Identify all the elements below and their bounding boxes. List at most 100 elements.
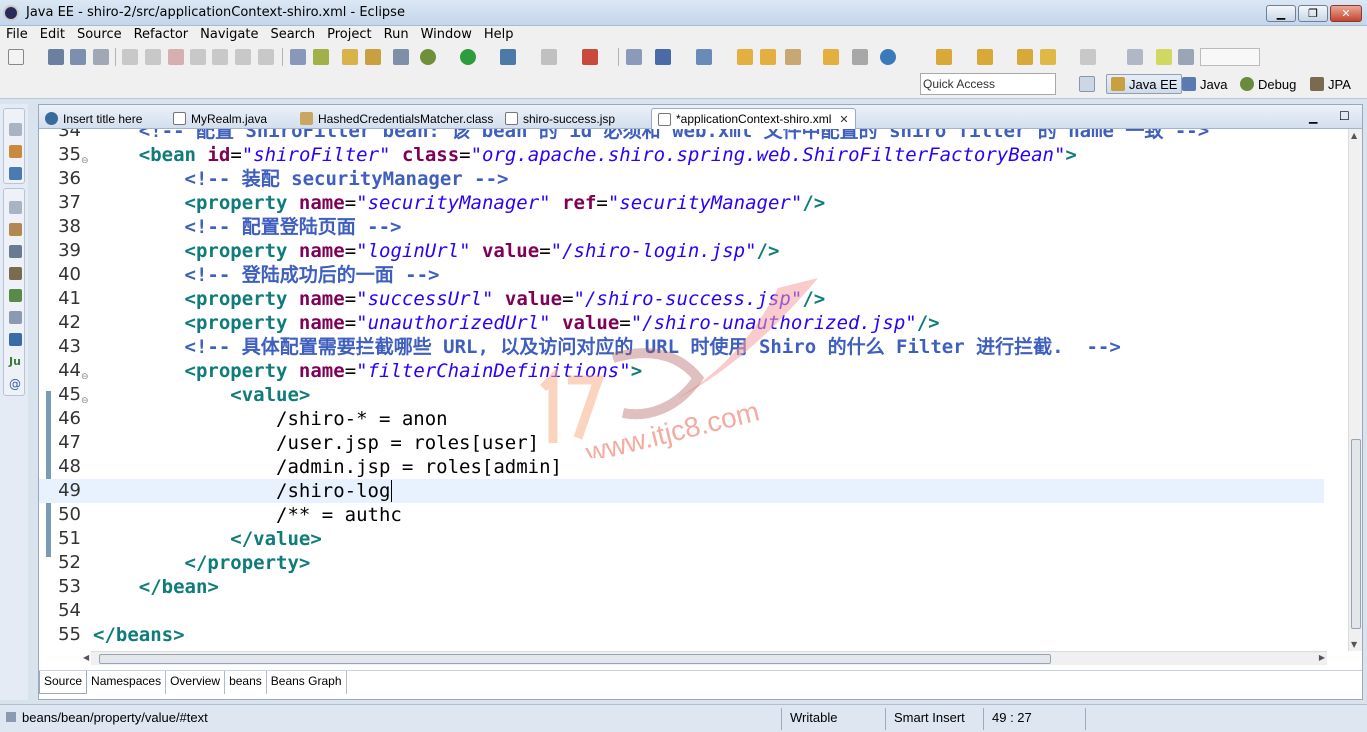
save-icon[interactable]: [48, 49, 64, 65]
maximize-button[interactable]: ❐: [1298, 5, 1328, 22]
fast-view-icon[interactable]: [6, 712, 16, 722]
javadoc-icon[interactable]: @: [9, 377, 22, 391]
code-line[interactable]: 39 <property name="loginUrl" value="/shi…: [39, 239, 1324, 263]
menu-window[interactable]: Window: [415, 26, 478, 45]
debug-icon[interactable]: [420, 49, 436, 65]
code-line[interactable]: 35 ⊖ <bean id="shiroFilter" class="org.ap…: [39, 143, 1324, 167]
suspend-icon[interactable]: [145, 49, 161, 65]
open-resource-icon[interactable]: [365, 49, 381, 65]
code-line[interactable]: 52 </property>: [39, 551, 1324, 575]
search-tool-icon[interactable]: [393, 49, 409, 65]
forward-icon[interactable]: [1080, 49, 1096, 65]
open-folder-icon[interactable]: [737, 49, 753, 65]
menu-project[interactable]: Project: [321, 26, 377, 45]
perspective-debug[interactable]: Debug: [1240, 74, 1296, 94]
menu-source[interactable]: Source: [71, 26, 128, 45]
tab-hashed-credentials-matcher[interactable]: HashedCredentialsMatcher.class: [294, 108, 499, 129]
code-line[interactable]: 38 <!-- 配置登陆页面 -->: [39, 215, 1324, 239]
vertical-scroll-thumb[interactable]: [1351, 439, 1361, 629]
perspective-java-ee[interactable]: Java EE: [1106, 74, 1183, 94]
toolbar-combo[interactable]: [1200, 48, 1260, 66]
code-line[interactable]: 40 <!-- 登陆成功后的一面 -->: [39, 263, 1324, 287]
save-all-icon[interactable]: [70, 49, 86, 65]
code-line[interactable]: 34 <!-- 配置 ShiroFilter bean: 该 bean 的 id…: [39, 129, 1324, 143]
properties-icon[interactable]: [9, 245, 22, 258]
code-line[interactable]: 51 </value>: [39, 527, 1324, 551]
outline-icon[interactable]: [9, 167, 22, 180]
scroll-down-icon[interactable]: ▼: [1351, 640, 1357, 649]
open-task-icon[interactable]: [342, 49, 358, 65]
page-tab-beans[interactable]: beans: [225, 671, 267, 694]
open-project-icon[interactable]: [760, 49, 776, 65]
maximize-editor-icon[interactable]: ☐: [1339, 109, 1350, 123]
page-tab-source[interactable]: Source: [39, 671, 88, 694]
code-line[interactable]: 43 <!-- 具体配置需要拦截哪些 URL, 以及访问对应的 URL 时使用 …: [39, 335, 1324, 359]
run-server-icon[interactable]: [500, 49, 516, 65]
tab-shiro-success-jsp[interactable]: shiro-success.jsp: [499, 108, 621, 129]
run-icon[interactable]: [460, 49, 476, 65]
perspective-java[interactable]: Java: [1182, 74, 1227, 94]
menu-edit[interactable]: Edit: [34, 26, 71, 45]
new-icon[interactable]: [8, 49, 24, 65]
data-source-icon[interactable]: [9, 267, 22, 280]
open-perspective-icon[interactable]: [1079, 76, 1095, 92]
terminate-icon[interactable]: [168, 49, 184, 65]
menu-search[interactable]: Search: [264, 26, 321, 45]
code-line[interactable]: 49 /shiro-log: [39, 479, 1324, 503]
tab-myrealm-java[interactable]: MyRealm.java: [167, 108, 273, 129]
wand-icon[interactable]: [785, 49, 801, 65]
folder-icon[interactable]: [823, 49, 839, 65]
code-editor[interactable]: 34 <!-- 配置 ShiroFilter bean: 该 bean 的 id…: [39, 129, 1362, 651]
project-explorer-icon[interactable]: [9, 145, 22, 158]
code-line[interactable]: 41 <property name="successUrl" value="/s…: [39, 287, 1324, 311]
print-icon[interactable]: [93, 49, 109, 65]
menu-help[interactable]: Help: [478, 26, 520, 45]
pin-icon[interactable]: [852, 49, 868, 65]
tab-application-context-shiro[interactable]: *applicationContext-shiro.xml ✕: [651, 108, 856, 129]
disconnect-icon[interactable]: [190, 49, 206, 65]
stop-server-icon[interactable]: [541, 49, 557, 65]
minimize-editor-icon[interactable]: ▁: [1309, 111, 1317, 124]
step-into-icon[interactable]: [212, 49, 228, 65]
horizontal-scroll-thumb[interactable]: [99, 654, 1051, 664]
menu-refactor[interactable]: Refactor: [128, 26, 195, 45]
new-web-project-icon[interactable]: [655, 49, 671, 65]
menu-navigate[interactable]: Navigate: [194, 26, 264, 45]
new-ejb-icon[interactable]: [696, 49, 712, 65]
code-line[interactable]: 55 </beans>: [39, 623, 1324, 647]
code-line[interactable]: 46 /shiro-* = anon: [39, 407, 1324, 431]
open-type-icon[interactable]: [313, 49, 329, 65]
problems-icon[interactable]: [9, 311, 22, 324]
web-browser-icon[interactable]: [880, 49, 896, 65]
back-icon[interactable]: [1040, 49, 1056, 65]
code-line[interactable]: 37 <property name="securityManager" ref=…: [39, 191, 1324, 215]
servers-icon[interactable]: [9, 223, 22, 236]
code-line[interactable]: 42 <property name="unauthorizedUrl" valu…: [39, 311, 1324, 335]
pen-icon[interactable]: [1156, 49, 1172, 65]
code-line[interactable]: 44 ⊖ <property name="filterChainDefinitio…: [39, 359, 1324, 383]
code-line[interactable]: 50 /** = authc: [39, 503, 1324, 527]
menu-file[interactable]: File: [0, 26, 34, 45]
page-tab-overview[interactable]: Overview: [166, 671, 226, 694]
scroll-left-icon[interactable]: ◀: [83, 653, 89, 662]
code-line[interactable]: 48 /admin.jsp = roles[admin]: [39, 455, 1324, 479]
code-line[interactable]: 36 <!-- 装配 securityManager -->: [39, 167, 1324, 191]
prev-annotation-icon[interactable]: [977, 49, 993, 65]
console-icon[interactable]: [9, 333, 22, 346]
last-edit-icon[interactable]: [1017, 49, 1033, 65]
page-tab-namespaces[interactable]: Namespaces: [87, 671, 167, 694]
scroll-right-icon[interactable]: ▶: [1319, 653, 1325, 662]
junit-icon[interactable]: Ju: [9, 355, 22, 368]
build-icon[interactable]: [1127, 49, 1143, 65]
use-step-filters-icon[interactable]: [290, 49, 306, 65]
step-over-icon[interactable]: [235, 49, 251, 65]
step-return-icon[interactable]: [258, 49, 274, 65]
restore-icon-2[interactable]: [9, 201, 22, 214]
next-annotation-icon[interactable]: [936, 49, 952, 65]
snippets-icon[interactable]: [9, 289, 22, 302]
tab-insert-title-here[interactable]: Insert title here: [39, 108, 148, 129]
minimize-button[interactable]: ▁: [1266, 5, 1296, 22]
external-tools-icon[interactable]: [582, 49, 598, 65]
horizontal-scrollbar[interactable]: ◀ ▶: [83, 651, 1327, 665]
skip-breakpoints-icon[interactable]: [122, 49, 138, 65]
